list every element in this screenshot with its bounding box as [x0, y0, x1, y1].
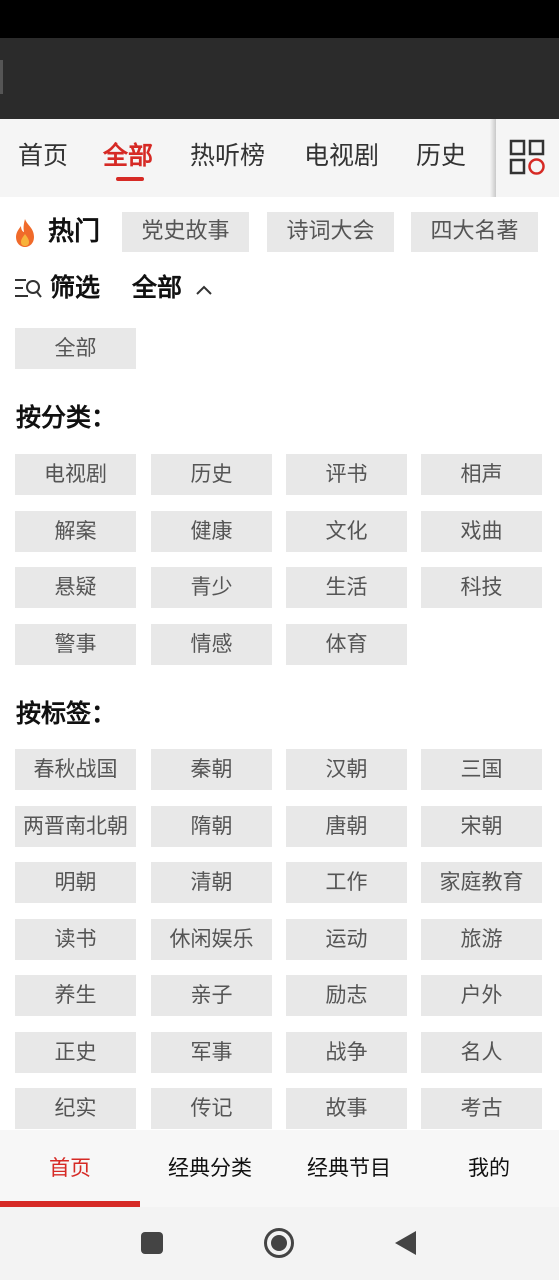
category-chip[interactable]: 青少	[151, 567, 272, 608]
tag-heading: 按标签：	[16, 699, 117, 728]
tag-chip[interactable]: 秦朝	[151, 749, 272, 790]
tag-chip[interactable]: 军事	[151, 1031, 272, 1073]
top-tab-bar: 首页 全部 热听榜 电视剧 历史	[0, 119, 559, 197]
category-chip[interactable]: 评书	[286, 454, 407, 495]
tag-chip[interactable]: 清朝	[151, 862, 272, 903]
filter-search-icon	[15, 279, 42, 298]
tab-tv-series[interactable]: 电视剧	[304, 119, 379, 197]
tag-chip[interactable]: 励志	[286, 975, 407, 1016]
home-circle-icon[interactable]	[263, 1227, 295, 1259]
tag-chip[interactable]: 养生	[15, 975, 136, 1016]
header-handle[interactable]	[0, 60, 3, 94]
hot-section: 热门 党史故事 诗词大会 四大名著	[0, 210, 559, 254]
category-chip[interactable]: 悬疑	[15, 567, 136, 608]
tab-all[interactable]: 全部	[103, 119, 153, 197]
tag-chip[interactable]: 明朝	[15, 862, 136, 903]
tab-history[interactable]: 历史	[416, 119, 466, 197]
app-header	[0, 38, 559, 119]
tag-chip[interactable]: 纪实	[15, 1088, 136, 1129]
category-chip[interactable]: 体育	[286, 623, 407, 665]
category-chip[interactable]: 电视剧	[15, 454, 136, 495]
tag-chip[interactable]: 传记	[151, 1088, 272, 1129]
tag-chip[interactable]: 家庭教育	[421, 862, 542, 903]
filter-chip-all[interactable]: 全部	[15, 328, 136, 369]
hot-tag-party-history[interactable]: 党史故事	[122, 212, 249, 252]
bottom-nav-classic-categories[interactable]: 经典分类	[140, 1130, 280, 1207]
category-chip[interactable]: 科技	[421, 567, 542, 608]
tag-chip[interactable]: 旅游	[421, 918, 542, 960]
tag-chip[interactable]: 两晋南北朝	[15, 805, 136, 847]
filter-value-text: 全部	[132, 273, 183, 302]
category-chip[interactable]: 健康	[151, 510, 272, 552]
bottom-nav: 首页 经典分类 经典节目 我的	[0, 1130, 559, 1207]
tag-chip[interactable]: 运动	[286, 918, 407, 960]
tag-chip[interactable]: 战争	[286, 1031, 407, 1073]
chevron-up-icon	[196, 285, 212, 295]
tag-chip[interactable]: 宋朝	[421, 805, 542, 847]
filter-toggle[interactable]: 全部	[132, 266, 213, 310]
active-tab-indicator	[116, 177, 144, 181]
tab-hot-chart[interactable]: 热听榜	[190, 119, 265, 197]
tag-chip[interactable]: 汉朝	[286, 749, 407, 790]
category-chip[interactable]: 警事	[15, 623, 136, 665]
tag-chip[interactable]: 考古	[421, 1088, 542, 1129]
category-grid-button[interactable]	[496, 119, 559, 197]
tag-chip[interactable]: 唐朝	[286, 805, 407, 847]
flame-icon	[16, 219, 34, 247]
category-chip[interactable]: 情感	[151, 623, 272, 665]
hot-tag-poetry-conference[interactable]: 诗词大会	[267, 212, 394, 252]
tag-chip[interactable]: 正史	[15, 1031, 136, 1073]
bottom-nav-home[interactable]: 首页	[0, 1130, 140, 1207]
category-chip[interactable]: 历史	[151, 454, 272, 495]
filter-row: 筛选 全部	[0, 266, 559, 310]
hot-tag-four-classics[interactable]: 四大名著	[411, 212, 538, 252]
system-nav-bar	[0, 1207, 559, 1280]
tag-chip[interactable]: 亲子	[151, 975, 272, 1016]
category-chip[interactable]: 解案	[15, 510, 136, 552]
tag-chip[interactable]: 读书	[15, 918, 136, 960]
bottom-nav-mine[interactable]: 我的	[419, 1130, 559, 1207]
category-chip[interactable]: 生活	[286, 567, 407, 608]
tag-chip[interactable]: 春秋战国	[15, 749, 136, 790]
recent-square-icon[interactable]	[140, 1231, 164, 1255]
category-heading: 按分类：	[16, 403, 117, 432]
tab-home[interactable]: 首页	[18, 119, 68, 197]
tag-chip[interactable]: 休闲娱乐	[151, 918, 272, 960]
tag-chip[interactable]: 隋朝	[151, 805, 272, 847]
filter-label: 筛选	[50, 273, 101, 302]
tag-chip[interactable]: 名人	[421, 1031, 542, 1073]
tag-chip[interactable]: 故事	[286, 1088, 407, 1129]
category-grid-icon	[509, 139, 545, 175]
category-chip[interactable]: 戏曲	[421, 510, 542, 552]
category-chip[interactable]: 文化	[286, 510, 407, 552]
category-chip[interactable]: 相声	[421, 454, 542, 495]
tag-chip[interactable]: 三国	[421, 749, 542, 790]
hot-title: 热门	[48, 217, 101, 247]
tag-chip[interactable]: 户外	[421, 975, 542, 1016]
back-triangle-icon[interactable]	[394, 1230, 418, 1256]
bottom-nav-classic-programs[interactable]: 经典节目	[279, 1130, 419, 1207]
status-bar	[0, 0, 559, 38]
tag-chip[interactable]: 工作	[286, 862, 407, 903]
